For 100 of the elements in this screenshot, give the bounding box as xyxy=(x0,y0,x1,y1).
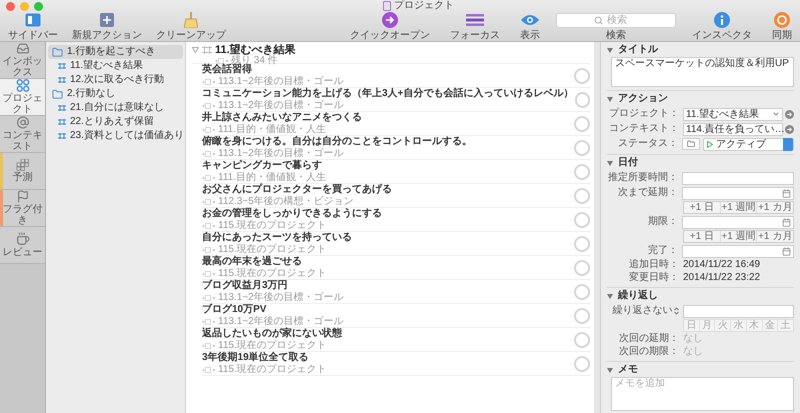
toolbar-button[interactable]: 同期 xyxy=(768,12,796,41)
circles-icon xyxy=(16,79,30,92)
minimize-button[interactable] xyxy=(20,2,29,10)
sidebar-item[interactable]: 21.自分には意味なし xyxy=(48,101,183,115)
date-field[interactable] xyxy=(682,244,794,258)
arrow-circle-icon[interactable] xyxy=(785,110,794,118)
field-label: 推定所要時間： xyxy=(607,172,678,184)
task-checkbox[interactable] xyxy=(574,356,590,372)
disclosure-triangle-icon[interactable] xyxy=(607,96,613,102)
task-checkbox[interactable] xyxy=(574,284,590,300)
quick-date-button[interactable]: +1 日 xyxy=(684,202,721,213)
field-label: プロジェクト： xyxy=(608,108,679,120)
grid-icon xyxy=(16,159,30,171)
perspective-tab[interactable]: コンテキスト xyxy=(0,116,45,153)
task-row[interactable]: 井上諒さんみたいなアニメをつくる 111.目的・価値観・人生 xyxy=(202,112,590,136)
arrow-circle-icon[interactable] xyxy=(785,124,794,134)
toolbar-button[interactable]: インスペクタ xyxy=(688,12,756,41)
toolbar-button[interactable]: サイドバー xyxy=(4,12,62,41)
toolbar-button[interactable]: クリーンアップ xyxy=(152,12,230,41)
task-context: 112.3~5年後の構想・ビジョン xyxy=(218,196,354,207)
title-field[interactable]: スペースマーケットの認知度＆利用UP xyxy=(611,57,794,87)
field-label: 次回の延期： xyxy=(618,333,679,345)
task-checkbox[interactable] xyxy=(574,236,590,252)
task-row[interactable]: キャンピングカーで暮らす 111.目的・価値観・人生 xyxy=(202,160,590,184)
task-row[interactable]: ブログ収益月3万円 113.1~2年後の目標・ゴール xyxy=(202,280,590,304)
sidebar-item[interactable]: 2.行動なし xyxy=(48,87,183,101)
perspective-tab[interactable]: プロジェクト xyxy=(0,79,45,116)
folder-icon xyxy=(52,46,63,58)
task-context: 113.1~2年後の目標・ゴール xyxy=(218,76,344,87)
perspective-tab[interactable]: インボックス xyxy=(0,42,45,79)
next-due-value: なし xyxy=(683,346,703,358)
task-row[interactable]: お金の管理をしっかりできるようにする 115.現在のプロジェクト xyxy=(202,208,590,232)
date-field[interactable] xyxy=(682,216,794,228)
sidebar-item[interactable]: 22.とりあえず保留 xyxy=(48,115,183,129)
calendar-icon xyxy=(782,188,791,198)
sidebar-item[interactable]: 1.行動を起こすべき xyxy=(48,45,183,59)
task-row[interactable]: コミュニケーション能力を上げる（年上3人+自分でも会話に入っていけるレベル） 113.1~2年後の目標・ゴール xyxy=(202,88,590,112)
perspective-tab[interactable]: レビュー xyxy=(0,227,45,264)
eye-icon xyxy=(521,14,539,26)
quick-date-button[interactable]: +1 日 xyxy=(684,231,721,242)
quick-date-button[interactable]: +1 週間 xyxy=(720,231,758,242)
quick-date-button[interactable]: +1 カ月 xyxy=(757,202,794,213)
toolbar-button[interactable]: フォーカス xyxy=(446,12,504,41)
task-checkbox[interactable] xyxy=(574,164,590,180)
repeat-dropdown[interactable]: 繰り返さない xyxy=(607,305,679,317)
task-checkbox[interactable] xyxy=(574,68,590,84)
sidebar-item[interactable]: 23.資料としては価値あり xyxy=(48,129,183,143)
cup-icon xyxy=(16,232,30,246)
zoom-button[interactable] xyxy=(34,2,43,10)
task-row[interactable]: 自分にあったスーツを持っている 115.現在のプロジェクト xyxy=(202,232,590,256)
task-row[interactable]: 英会話習得 113.1~2年後の目標・ゴール xyxy=(202,64,590,88)
folder-button[interactable] xyxy=(682,138,700,150)
sidebar-item[interactable]: 11.望むべき結果 xyxy=(48,59,183,73)
task-title: お父さんにプロジェクターを買ってあげる xyxy=(202,184,393,196)
estimate-field[interactable] xyxy=(682,172,794,184)
task-checkbox[interactable] xyxy=(574,116,590,132)
note-icon xyxy=(202,78,216,84)
memo-field[interactable]: メモを追加 xyxy=(611,377,794,411)
task-row[interactable]: ブログ10万PV 113.1~2年後の目標・ゴール xyxy=(202,304,590,328)
task-row[interactable]: 最高の年末を過ごせる 115.現在のプロジェクト xyxy=(202,256,590,280)
quick-date-button[interactable]: +1 週間 xyxy=(720,202,758,213)
task-row[interactable]: 3年後期19単位全て取る 115.現在のプロジェクト xyxy=(202,352,590,376)
context-dropdown[interactable]: 114.責任を負ってい… xyxy=(683,122,783,136)
task-checkbox[interactable] xyxy=(574,140,590,156)
field-label: 期限： xyxy=(647,216,678,228)
close-button[interactable] xyxy=(6,2,15,10)
disclosure-triangle-icon[interactable] xyxy=(607,160,613,166)
disclosure-triangle-icon[interactable] xyxy=(607,48,613,52)
task-row[interactable]: 俯瞰を身につける。自分は自分のことをコントロールする。 113.1~2年後の目標・ゴール xyxy=(202,136,590,160)
toolbar-button[interactable]: 表示 xyxy=(516,12,544,41)
task-row[interactable]: 返品したいものが家にない状態 115.現在のプロジェクト xyxy=(202,328,590,352)
perspective-tab[interactable]: フラグ付き xyxy=(0,190,45,227)
task-checkbox[interactable] xyxy=(574,308,590,324)
toolbar-button[interactable]: クイックオープン xyxy=(346,12,434,41)
date-field[interactable] xyxy=(682,186,794,200)
project-title: 11.望むべき結果 xyxy=(215,44,296,56)
disclosure-triangle-icon[interactable] xyxy=(607,294,613,298)
disclosure-triangle-icon[interactable] xyxy=(607,368,613,372)
scrollbar[interactable] xyxy=(594,42,600,413)
task-title: 俯瞰を身につける。自分は自分のことをコントロールする。 xyxy=(202,136,473,148)
task-title: キャンピングカーで暮らす xyxy=(202,160,323,172)
perspective-tab[interactable]: 予測 xyxy=(0,153,45,190)
project-icon xyxy=(58,63,66,69)
quick-date-button[interactable]: +1 カ月 xyxy=(757,231,794,242)
disclosure-triangle-icon[interactable] xyxy=(192,47,199,53)
task-checkbox[interactable] xyxy=(574,212,590,228)
toolbar-button[interactable]: 新規アクション xyxy=(68,12,146,41)
next-defer-value: なし xyxy=(683,333,703,345)
search-field[interactable]: 検索 xyxy=(556,13,676,28)
task-checkbox[interactable] xyxy=(575,92,590,108)
sidebar-item[interactable]: 12.次に取るべき行動 xyxy=(48,73,183,87)
toolbar-label: 検索 xyxy=(606,30,626,41)
status-dropdown[interactable]: アクティブ xyxy=(703,138,794,150)
task-checkbox[interactable] xyxy=(574,188,590,204)
repeat-field[interactable] xyxy=(682,304,794,318)
project-dropdown[interactable]: 11.望むべき結果 xyxy=(683,108,783,120)
task-checkbox[interactable] xyxy=(574,332,590,348)
task-checkbox[interactable] xyxy=(574,260,590,276)
task-title: 最高の年末を過ごせる xyxy=(202,256,303,268)
task-row[interactable]: お父さんにプロジェクターを買ってあげる 112.3~5年後の構想・ビジョン xyxy=(202,184,590,208)
